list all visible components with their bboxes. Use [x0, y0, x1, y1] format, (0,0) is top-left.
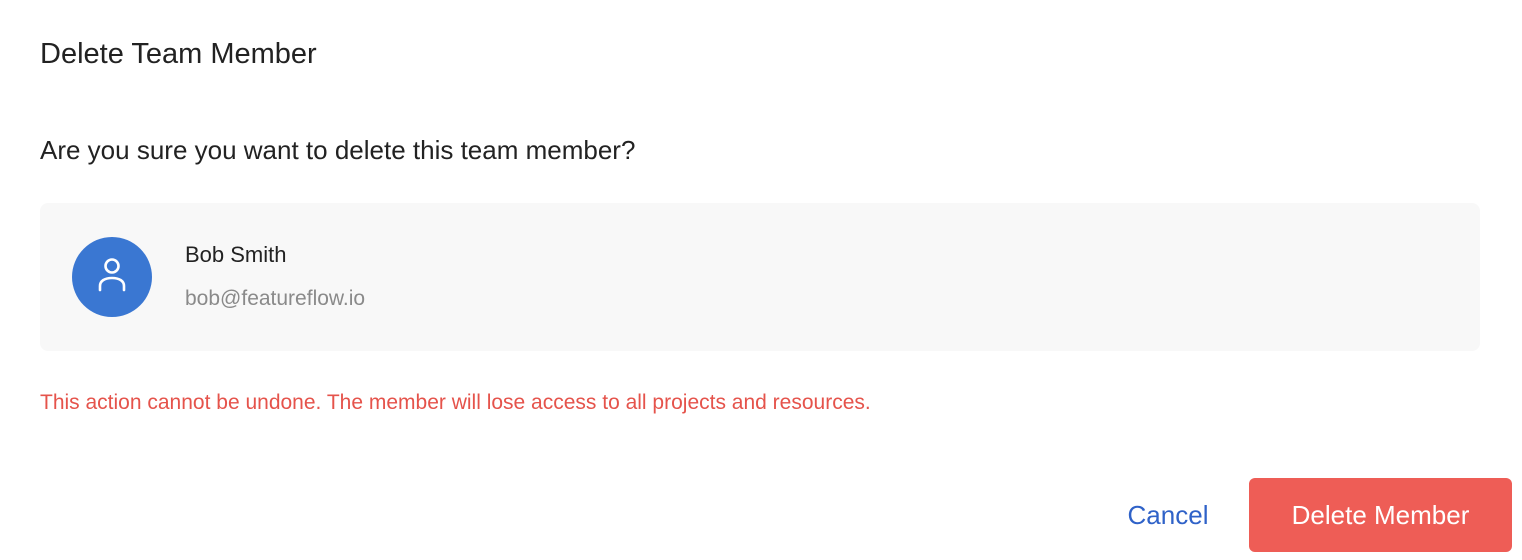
member-email: bob@featureflow.io: [185, 287, 366, 310]
dialog-title: Delete Team Member: [40, 38, 317, 70]
avatar: [72, 237, 152, 317]
delete-member-dialog: Delete Team Member Are you sure you want…: [0, 0, 1522, 560]
user-icon: [97, 257, 127, 298]
confirmation-question: Are you sure you want to delete this tea…: [40, 135, 636, 165]
warning-message: This action cannot be undone. The member…: [40, 391, 871, 414]
member-name: Bob Smith: [185, 242, 287, 267]
member-card: Bob Smith bob@featureflow.io: [40, 203, 1480, 351]
cancel-button[interactable]: Cancel: [1112, 478, 1224, 552]
delete-member-button[interactable]: Delete Member: [1249, 478, 1512, 552]
